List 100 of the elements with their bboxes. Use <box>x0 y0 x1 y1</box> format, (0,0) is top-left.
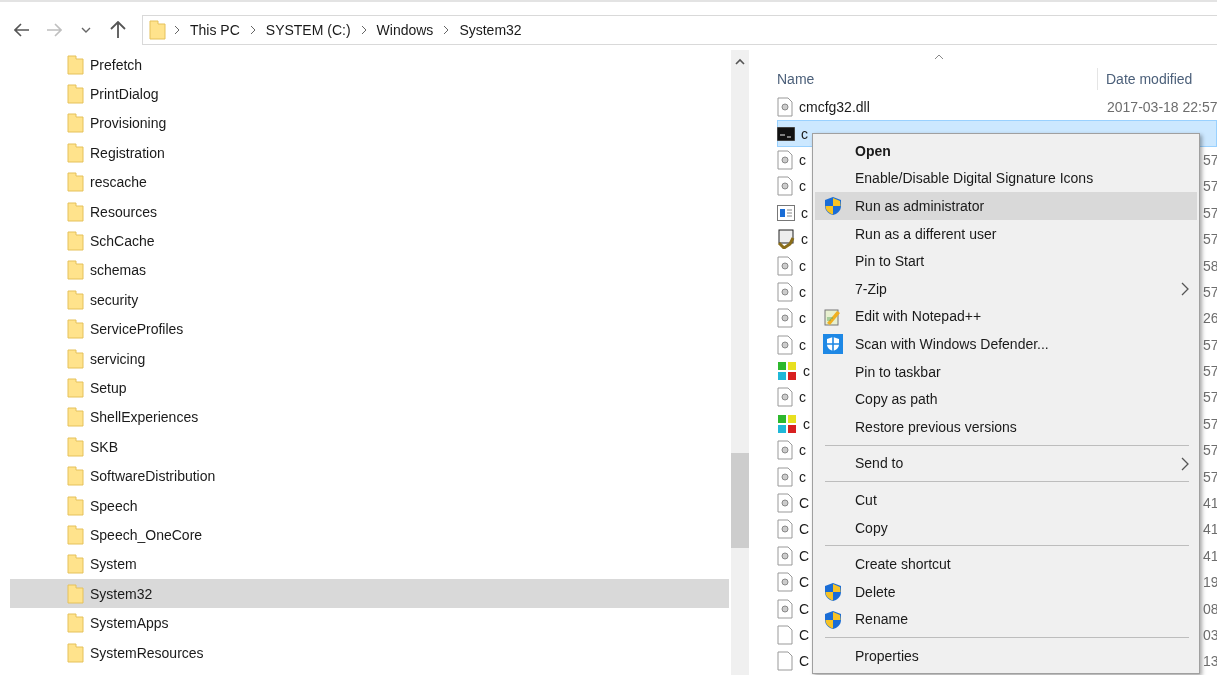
folder-icon <box>67 524 84 545</box>
file-name[interactable]: c <box>801 125 808 142</box>
file-name[interactable]: c <box>801 204 808 221</box>
file-name[interactable]: c <box>799 178 806 195</box>
file-name[interactable]: C <box>799 600 810 617</box>
menu-item[interactable]: Properties <box>815 642 1197 670</box>
folder-tree-item[interactable]: Speech_OneCore <box>10 520 730 550</box>
settings-file-icon <box>777 334 793 355</box>
settings-file-icon <box>777 572 793 593</box>
folder-icon <box>67 142 84 163</box>
file-name[interactable]: C <box>799 627 810 643</box>
file-name[interactable]: C <box>799 653 810 670</box>
folder-tree-item[interactable]: SchCache <box>10 226 730 256</box>
folder-icon <box>67 642 84 663</box>
forward-arrow-icon <box>46 23 62 37</box>
file-date: 57 <box>1203 336 1217 353</box>
settings-file-icon <box>777 255 793 276</box>
column-header[interactable]: Name <box>777 68 1097 90</box>
folder-tree-item[interactable]: SystemApps <box>10 608 730 638</box>
file-name[interactable]: C <box>799 521 810 538</box>
folder-tree-item[interactable]: Provisioning <box>10 108 730 139</box>
folder-icon <box>67 172 84 193</box>
breadcrumb-item[interactable]: System32 <box>457 22 524 38</box>
folder-tree-item[interactable]: Registration <box>10 138 730 168</box>
menu-item[interactable]: Scan with Windows Defender... <box>815 330 1197 358</box>
folder-tree-item[interactable]: servicing <box>10 343 730 374</box>
menu-item[interactable]: Run as a different user <box>815 219 1197 248</box>
file-name[interactable]: C <box>799 495 810 512</box>
file-name[interactable]: c <box>799 310 806 327</box>
file-name[interactable]: cmcfg32.dll <box>799 99 870 116</box>
installer-icon <box>777 229 795 250</box>
folder-icon <box>67 613 84 634</box>
file-name[interactable]: C <box>799 574 810 591</box>
settings-file-icon <box>777 466 793 487</box>
file-name[interactable]: c <box>799 442 806 459</box>
file-name[interactable]: c <box>803 363 810 380</box>
menu-item[interactable]: Copy as path <box>815 385 1197 413</box>
breadcrumb-item[interactable]: SYSTEM (C:) <box>263 22 353 38</box>
menu-item[interactable]: Send to <box>815 449 1197 478</box>
puzzle-icon <box>777 361 797 382</box>
menu-item[interactable]: Pin to taskbar <box>815 357 1197 386</box>
notepad-icon <box>823 306 843 327</box>
folder-tree-item[interactable]: Setup <box>10 373 730 403</box>
file-name[interactable]: c <box>799 257 806 274</box>
folder-tree-item[interactable]: System <box>10 549 730 580</box>
menu-item[interactable]: Run as administrator <box>815 192 1197 220</box>
folder-tree-item[interactable]: SystemResources <box>10 637 730 668</box>
menu-item[interactable]: Enable/Disable Digital Signature Icons <box>815 164 1197 193</box>
breadcrumb-item[interactable]: This PC <box>188 22 242 38</box>
chevron-down-icon <box>81 27 91 33</box>
address-bar[interactable]: This PC SYSTEM (C:) Windows System32 <box>142 15 1217 45</box>
back-arrow-icon <box>14 23 30 37</box>
file-name[interactable]: C <box>799 547 810 564</box>
file-date: 57 <box>1203 389 1217 406</box>
file-date: 57 <box>1203 442 1217 459</box>
file-name[interactable]: c <box>799 151 806 168</box>
file-name[interactable]: c <box>799 468 806 485</box>
folder-icon <box>67 378 84 398</box>
menu-item[interactable]: Open <box>815 137 1197 165</box>
folder-tree-item[interactable]: Prefetch <box>10 50 730 80</box>
folder-tree-item[interactable]: rescache <box>10 167 730 197</box>
file-name[interactable]: c <box>799 389 806 406</box>
menu-item[interactable]: Edit with Notepad++ <box>815 302 1197 331</box>
folder-tree-item[interactable]: System32 <box>10 579 730 609</box>
file-date: 2017-03-18 22:57 <box>1107 99 1217 116</box>
folder-icon <box>67 113 84 134</box>
menu-item[interactable]: Create shortcut <box>815 550 1197 578</box>
breadcrumb-item[interactable]: Windows <box>374 22 436 38</box>
folder-tree-item[interactable]: schemas <box>10 255 730 286</box>
folder-tree-item[interactable]: ShellExperiences <box>10 402 730 433</box>
file-date: 19 <box>1203 574 1217 591</box>
file-name[interactable]: c <box>799 336 806 353</box>
folder-tree-item[interactable]: PrintDialog <box>10 79 730 109</box>
folder-tree-item[interactable]: SoftwareDistribution <box>10 461 730 491</box>
folder-icon <box>67 54 84 75</box>
folder-tree-item[interactable]: ServiceProfiles <box>10 314 730 344</box>
file-name[interactable]: c <box>801 231 808 248</box>
defender-icon <box>823 334 843 355</box>
column-header[interactable]: Date modified <box>1097 68 1217 90</box>
settings-file-icon <box>777 545 793 566</box>
folder-tree-item[interactable]: Speech <box>10 490 730 521</box>
menu-item[interactable]: Restore previous versions <box>815 412 1197 441</box>
blank-file-icon <box>777 625 793 645</box>
scrollbar[interactable] <box>731 50 749 675</box>
file-name[interactable]: c <box>803 415 810 432</box>
file-date: 57 <box>1203 468 1217 485</box>
folder-tree-item[interactable]: security <box>10 285 730 315</box>
chevron-icon <box>174 25 180 35</box>
menu-item[interactable]: Copy <box>815 513 1197 542</box>
folder-icon <box>67 466 84 487</box>
menu-item[interactable]: Delete <box>815 577 1197 606</box>
file-name[interactable]: c <box>799 283 806 300</box>
menu-item[interactable]: Cut <box>815 486 1197 514</box>
menu-item[interactable]: 7-Zip <box>815 274 1197 303</box>
menu-item[interactable]: Pin to Start <box>815 247 1197 275</box>
scrollbar-thumb[interactable] <box>731 453 749 548</box>
menu-item[interactable]: Rename <box>815 605 1197 634</box>
folder-tree-item[interactable]: Resources <box>10 196 730 227</box>
folder-tree-item[interactable]: SKB <box>10 432 730 462</box>
folder-icon <box>67 289 84 310</box>
